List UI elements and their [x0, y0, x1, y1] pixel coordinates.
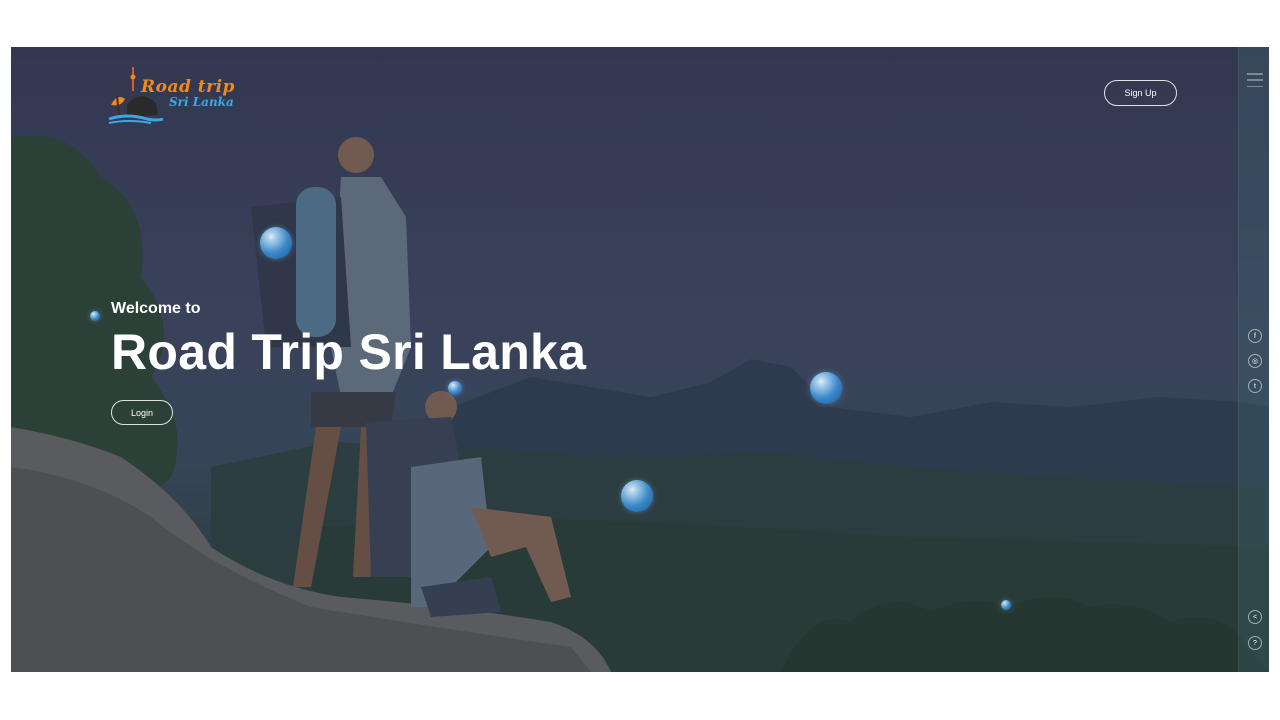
- bubble-decoration: [1001, 600, 1011, 610]
- facebook-icon[interactable]: f: [1248, 329, 1262, 343]
- bubble-decoration: [260, 227, 292, 259]
- login-button[interactable]: Login: [111, 400, 173, 425]
- signup-button[interactable]: Sign Up: [1104, 80, 1177, 106]
- hamburger-icon[interactable]: [1247, 73, 1263, 87]
- logo-text-road-trip: Road trip: [141, 77, 235, 97]
- bubble-decoration: [448, 381, 462, 395]
- welcome-text: Welcome to: [111, 300, 201, 317]
- brand-logo[interactable]: Road trip Sri Lanka: [107, 65, 247, 129]
- help-icon[interactable]: ?: [1248, 636, 1262, 650]
- hero-title: Road Trip Sri Lanka: [111, 324, 587, 380]
- side-rail: f ◎ t < ?: [1238, 47, 1269, 672]
- instagram-icon[interactable]: ◎: [1248, 354, 1262, 368]
- twitter-icon[interactable]: t: [1248, 379, 1262, 393]
- bubble-decoration: [810, 372, 842, 404]
- bubble-decoration: [621, 480, 653, 512]
- logo-mark-icon: [108, 67, 164, 124]
- logo-text-sri-lanka: Sri Lanka: [169, 95, 234, 109]
- share-icon[interactable]: <: [1248, 610, 1262, 624]
- bubble-decoration: [90, 311, 100, 321]
- hero-section: Road trip Sri Lanka Sign Up Welcome to R…: [11, 47, 1269, 672]
